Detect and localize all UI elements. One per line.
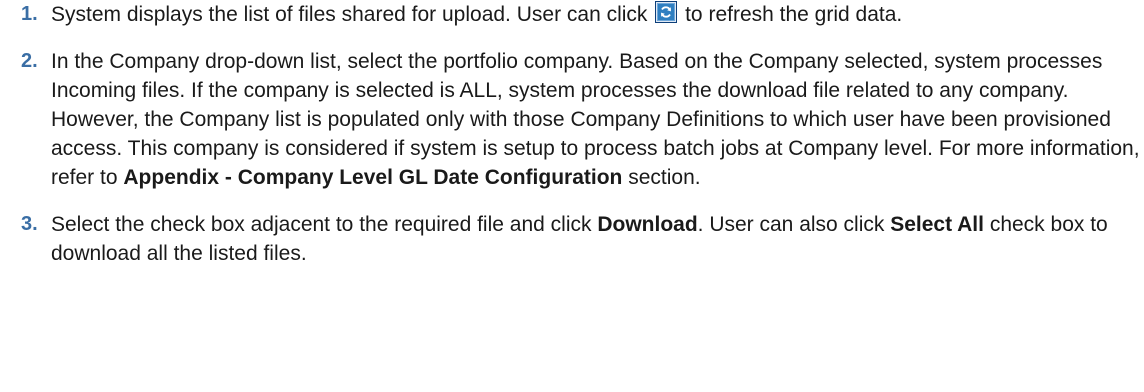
procedure-steps: 1. System displays the list of files sha…: [0, 0, 1144, 268]
step-number: 1.: [21, 3, 38, 25]
step-1: 1. System displays the list of files sha…: [0, 0, 1144, 29]
select-all-label: Select All: [890, 213, 984, 236]
step-text: System displays the list of files shared…: [51, 0, 1144, 29]
step-text: In the Company drop-down list, select th…: [51, 47, 1144, 192]
appendix-reference: Appendix - Company Level GL Date Configu…: [123, 166, 623, 189]
download-label: Download: [597, 213, 698, 236]
step-paragraph: However, the Company list is populated o…: [51, 105, 1144, 192]
step-text-part: . User can also click: [697, 213, 891, 236]
step-text-part: System displays the list of files shared…: [51, 3, 654, 26]
step-number: 3.: [21, 213, 38, 235]
step-text-part: section.: [622, 166, 701, 189]
step-number: 2.: [21, 50, 38, 72]
step-3: 3. Select the check box adjacent to the …: [0, 210, 1144, 268]
step-paragraph: In the Company drop-down list, select th…: [51, 50, 1103, 102]
refresh-icon: [655, 1, 678, 23]
step-text-part: to refresh the grid data.: [679, 3, 903, 26]
step-text: Select the check box adjacent to the req…: [51, 210, 1144, 268]
step-text-part: Select the check box adjacent to the req…: [51, 213, 598, 236]
step-2: 2. In the Company drop-down list, select…: [0, 47, 1144, 192]
